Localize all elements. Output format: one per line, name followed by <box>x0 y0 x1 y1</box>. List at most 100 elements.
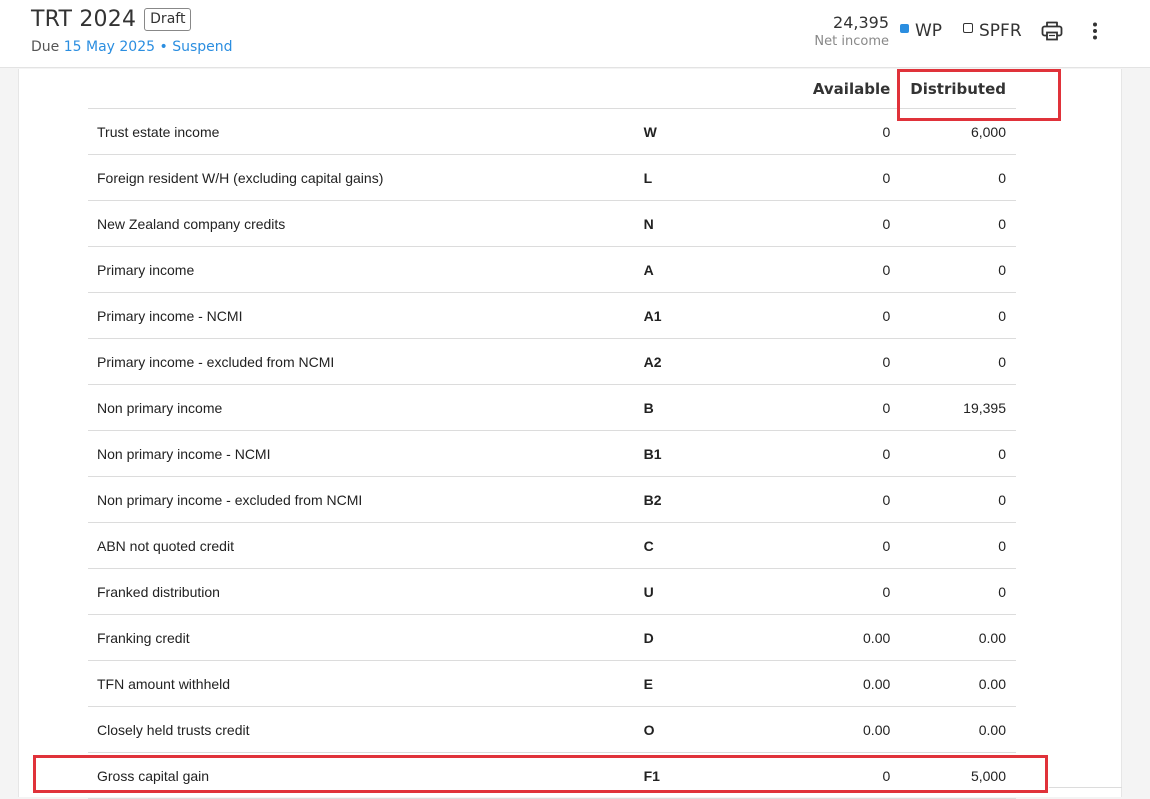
table-row: Primary income - excluded from NCMI A2 0 0 <box>88 338 1016 385</box>
row-available: 0.00 <box>761 660 901 707</box>
table-row: Foreign resident W/H (excluding capital … <box>88 154 1016 201</box>
row-code: F1 <box>643 752 762 799</box>
row-distributed: 0.00 <box>900 660 1016 707</box>
table-row: Non primary income - excluded from NCMI B… <box>88 476 1016 523</box>
row-distributed: 0 <box>900 246 1016 293</box>
distribution-table: Available Distributed Trust estate incom… <box>88 69 1016 799</box>
row-available: 0 <box>761 246 901 293</box>
row-label: Gross capital gain <box>88 752 644 799</box>
header-code-spacer <box>643 69 762 109</box>
table-row: Non primary income B 0 19,395 <box>88 384 1016 431</box>
net-income-summary: 24,395 Net income <box>814 13 889 51</box>
row-label: Non primary income <box>88 384 644 431</box>
row-distributed: 0 <box>900 292 1016 339</box>
row-available: 0 <box>761 568 901 615</box>
row-label: Closely held trusts credit <box>88 706 644 753</box>
row-code: A2 <box>643 338 762 385</box>
row-label: Franking credit <box>88 614 644 661</box>
net-income-value: 24,395 <box>833 13 889 32</box>
row-label: Foreign resident W/H (excluding capital … <box>88 154 644 201</box>
row-label: Franked distribution <box>88 568 644 615</box>
divider <box>1049 787 1122 788</box>
row-label: Non primary income - NCMI <box>88 430 644 477</box>
row-available: 0 <box>761 476 901 523</box>
main-content: Available Distributed Trust estate incom… <box>18 69 1122 799</box>
row-label: ABN not quoted credit <box>88 522 644 569</box>
spfr-empty-square-icon <box>963 23 973 33</box>
page-title: TRT 2024 <box>31 7 137 32</box>
page-header: TRT 2024 Draft Due 15 May 2025 • Suspend… <box>0 0 1150 68</box>
print-button[interactable] <box>1039 18 1065 44</box>
row-distributed: 0 <box>900 154 1016 201</box>
row-distributed: 0.00 <box>900 706 1016 753</box>
legend-spfr-label: SPFR <box>979 21 1022 41</box>
separator: • <box>159 39 168 55</box>
row-distributed: 5,000 <box>900 752 1016 799</box>
row-distributed: 0 <box>900 338 1016 385</box>
more-options-button[interactable] <box>1082 18 1108 44</box>
row-distributed: 0 <box>900 476 1016 523</box>
column-header-available: Available <box>761 69 901 109</box>
more-vertical-icon <box>1093 22 1097 40</box>
table-row: Franked distribution U 0 0 <box>88 568 1016 615</box>
row-code: U <box>643 568 762 615</box>
table-row: Gross capital gain F1 0 5,000 <box>88 752 1016 799</box>
column-header-distributed: Distributed <box>900 69 1016 109</box>
row-code: A1 <box>643 292 762 339</box>
legend-spfr-toggle[interactable]: SPFR <box>963 21 1022 41</box>
due-row: Due 15 May 2025 • Suspend <box>31 39 233 55</box>
suspend-link[interactable]: Suspend <box>172 39 232 55</box>
row-available: 0 <box>761 154 901 201</box>
row-available: 0 <box>761 200 901 247</box>
row-available: 0 <box>761 522 901 569</box>
legend-wp-label: WP <box>915 21 943 41</box>
row-code: C <box>643 522 762 569</box>
row-distributed: 0 <box>900 430 1016 477</box>
table-row: ABN not quoted credit C 0 0 <box>88 522 1016 569</box>
printer-icon <box>1041 21 1063 41</box>
row-label: Primary income - NCMI <box>88 292 644 339</box>
row-distributed: 0 <box>900 522 1016 569</box>
row-code: B2 <box>643 476 762 523</box>
title-row: TRT 2024 Draft <box>31 7 192 32</box>
row-code: B <box>643 384 762 431</box>
row-code: D <box>643 614 762 661</box>
table-header-row: Available Distributed <box>88 69 1016 109</box>
table-row: Franking credit D 0.00 0.00 <box>88 614 1016 661</box>
row-available: 0 <box>761 384 901 431</box>
table-row: TFN amount withheld E 0.00 0.00 <box>88 660 1016 707</box>
row-label: Trust estate income <box>88 108 644 155</box>
row-code: N <box>643 200 762 247</box>
row-code: O <box>643 706 762 753</box>
row-label: Primary income <box>88 246 644 293</box>
table-row: New Zealand company credits N 0 0 <box>88 200 1016 247</box>
row-code: B1 <box>643 430 762 477</box>
row-available: 0 <box>761 430 901 477</box>
table-row: Trust estate income W 0 6,000 <box>88 108 1016 155</box>
table-row: Closely held trusts credit O 0.00 0.00 <box>88 706 1016 753</box>
row-code: L <box>643 154 762 201</box>
legend-wp-toggle[interactable]: WP <box>900 21 942 41</box>
row-code: A <box>643 246 762 293</box>
table-row: Primary income A 0 0 <box>88 246 1016 293</box>
table-row: Primary income - NCMI A1 0 0 <box>88 292 1016 339</box>
status-badge: Draft <box>144 8 192 31</box>
row-available: 0 <box>761 338 901 385</box>
row-available: 0 <box>761 108 901 155</box>
table-body: Trust estate income W 0 6,000 Foreign reside… <box>88 108 1016 799</box>
wp-filled-square-icon <box>900 23 909 33</box>
row-available: 0.00 <box>761 706 901 753</box>
row-available: 0 <box>761 292 901 339</box>
row-label: Non primary income - excluded from NCMI <box>88 476 644 523</box>
row-distributed: 6,000 <box>900 108 1016 155</box>
row-distributed: 0.00 <box>900 614 1016 661</box>
due-date-link[interactable]: 15 May 2025 <box>64 39 155 55</box>
due-prefix: Due <box>31 39 60 55</box>
row-distributed: 19,395 <box>900 384 1016 431</box>
row-distributed: 0 <box>900 200 1016 247</box>
row-available: 0 <box>761 752 901 799</box>
row-label: TFN amount withheld <box>88 660 644 707</box>
row-code: W <box>643 108 762 155</box>
row-label: Primary income - excluded from NCMI <box>88 338 644 385</box>
header-label-spacer <box>88 69 644 109</box>
